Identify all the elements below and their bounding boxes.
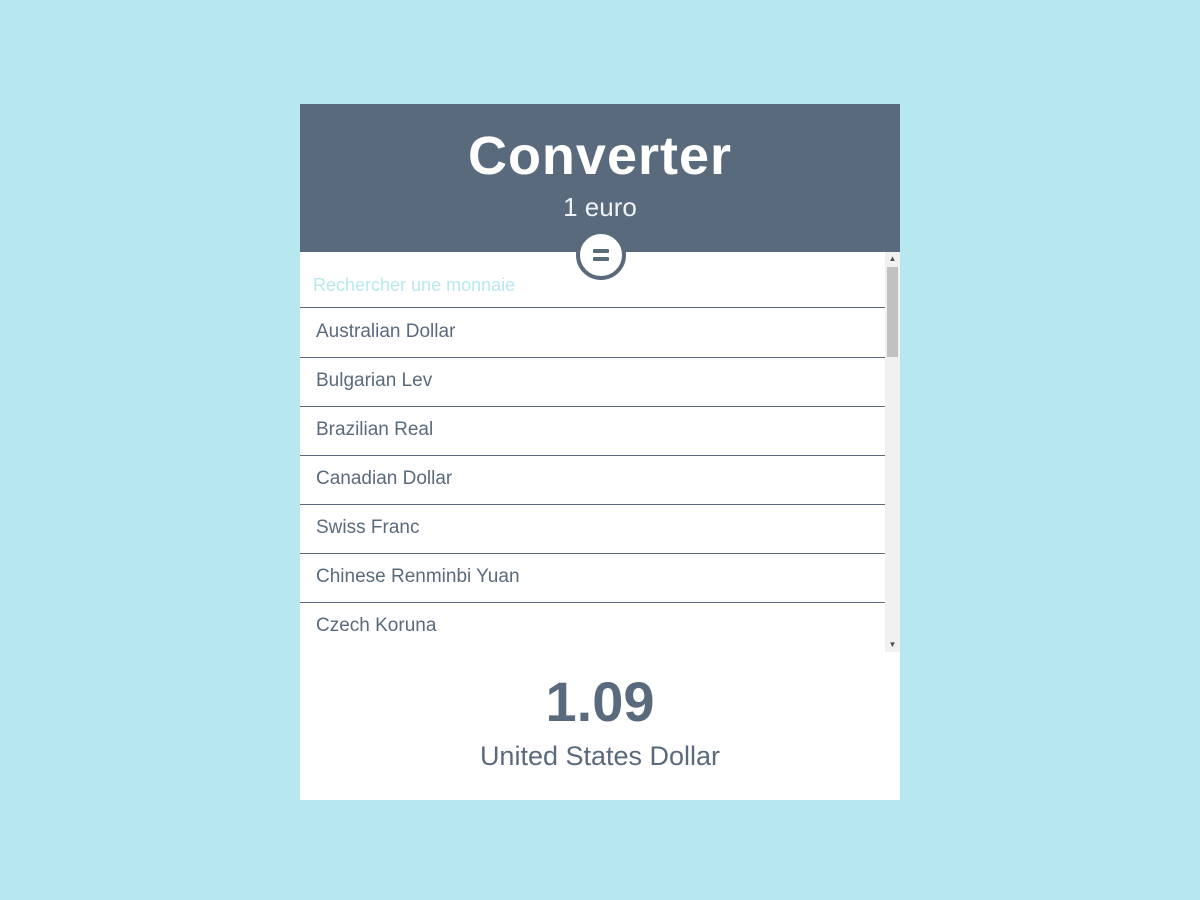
conversion-result: 1.09 United States Dollar — [300, 652, 900, 800]
list-item[interactable]: Chinese Renminbi Yuan — [300, 554, 885, 603]
list-item[interactable]: Bulgarian Lev — [300, 358, 885, 407]
list-item[interactable]: Australian Dollar — [300, 309, 885, 358]
result-currency-label: United States Dollar — [479, 741, 721, 771]
page-title: Converter — [467, 126, 733, 186]
currency-list: Australian Dollar Bulgarian Lev Brazilia… — [300, 309, 885, 651]
list-item[interactable]: Czech Koruna — [300, 603, 885, 651]
list-scrollbar[interactable]: ▲ ▼ — [885, 252, 900, 652]
result-value: 1.09 — [545, 670, 655, 733]
scroll-up-arrow-icon[interactable]: ▲ — [885, 252, 900, 266]
list-item[interactable]: Brazilian Real — [300, 407, 885, 456]
list-item[interactable]: Canadian Dollar — [300, 456, 885, 505]
scrollbar-thumb[interactable] — [887, 267, 898, 357]
list-item[interactable]: Swiss Franc — [300, 505, 885, 554]
currency-picker: Australian Dollar Bulgarian Lev Brazilia… — [300, 252, 900, 652]
equals-icon — [593, 249, 609, 253]
converter-card: Converter 1 euro Australian Dollar Bulga… — [300, 104, 900, 800]
scroll-down-arrow-icon[interactable]: ▼ — [885, 638, 900, 652]
source-amount-label: 1 euro — [563, 192, 637, 222]
equals-button[interactable] — [576, 230, 626, 280]
currency-list-container: Australian Dollar Bulgarian Lev Brazilia… — [300, 252, 885, 652]
equals-icon-bar — [593, 257, 609, 261]
